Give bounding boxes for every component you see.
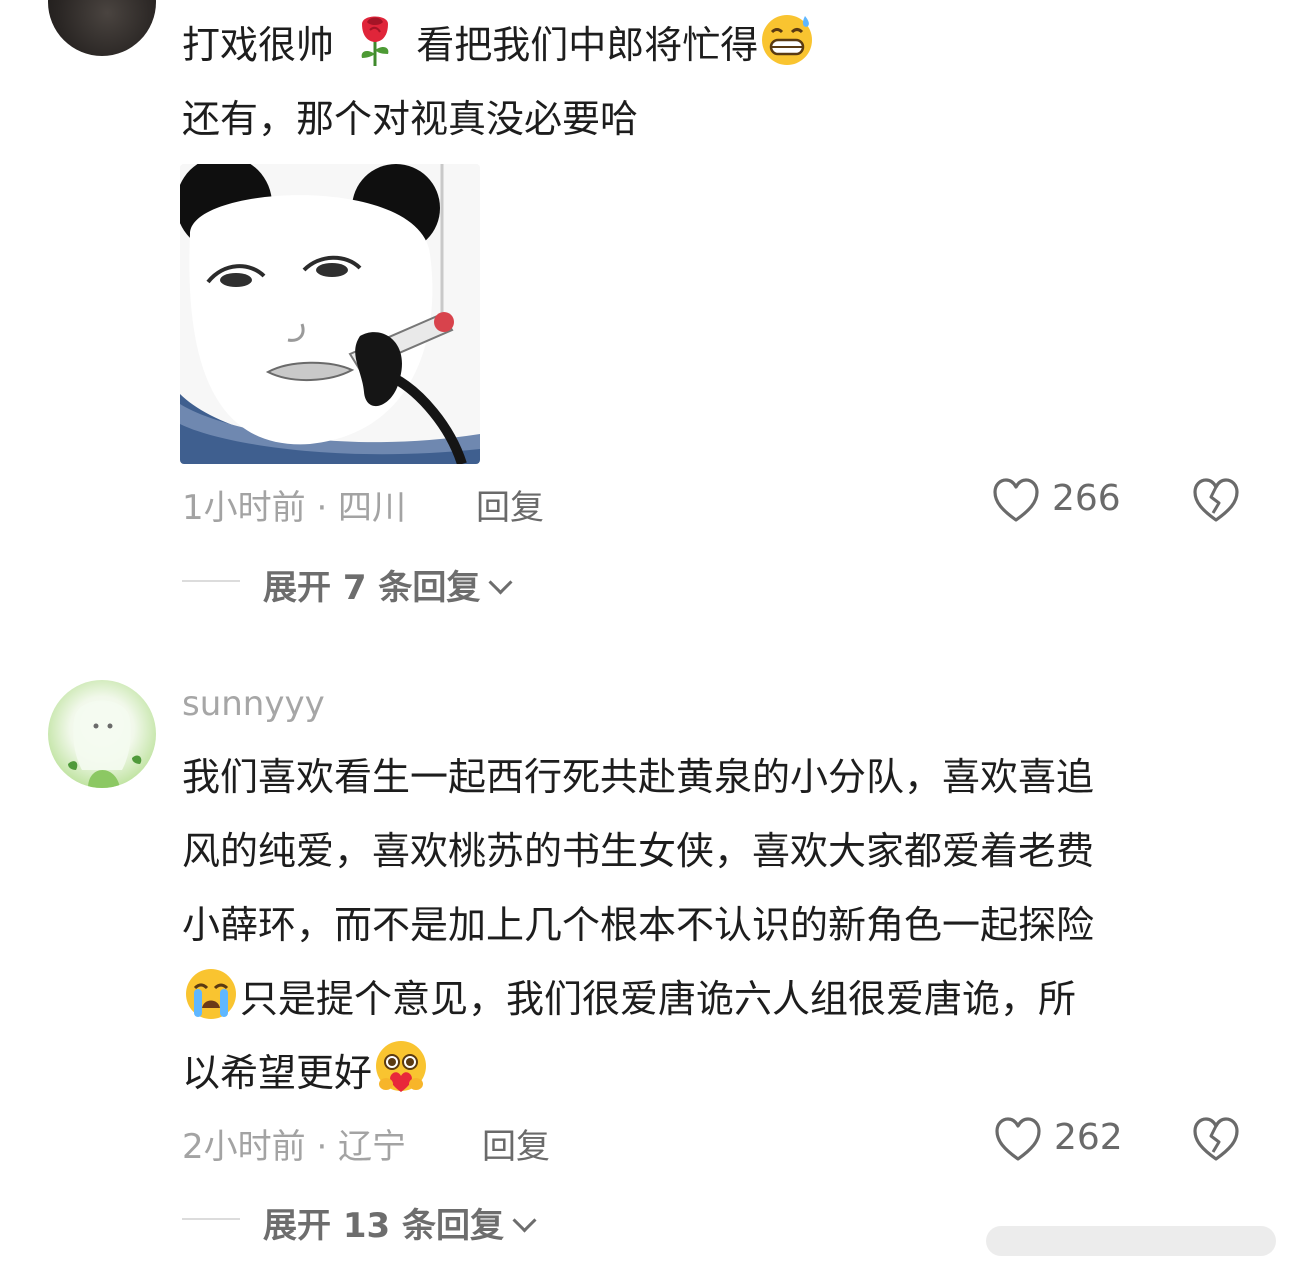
rose-emoji	[361, 16, 389, 66]
heart-outline-icon[interactable]	[994, 1116, 1042, 1162]
reply-button[interactable]: 回复	[476, 480, 544, 529]
heart-outline-icon[interactable]	[992, 477, 1040, 523]
expand-replies-button[interactable]: 展开 13 条回复	[263, 1198, 537, 1247]
reply-button[interactable]: 回复	[482, 1119, 550, 1168]
comment-text: 打戏很帅 看把我们中郎将忙得 还有，那个对视真没必要哈	[182, 8, 816, 156]
grinning-sweat-emoji	[762, 15, 813, 65]
hugging-heart-emoji	[376, 1041, 427, 1092]
broken-heart-icon[interactable]	[1192, 477, 1240, 523]
expand-replies-button[interactable]: 展开 7 条回复	[263, 560, 513, 609]
loudly-crying-emoji	[186, 969, 236, 1019]
avatar[interactable]	[48, 0, 156, 56]
like-count: 266	[1052, 478, 1121, 519]
expand-replies-label: 展开 7 条回复	[263, 568, 481, 608]
chevron-down-icon	[488, 570, 513, 595]
expand-divider	[182, 580, 240, 582]
watermark	[986, 1226, 1276, 1256]
comment-time-location: 2小时前 · 辽宁	[182, 1127, 407, 1167]
chevron-down-icon	[512, 1208, 537, 1233]
panda-meme-image[interactable]	[180, 164, 480, 464]
like-count: 262	[1054, 1117, 1123, 1158]
avatar[interactable]	[48, 680, 156, 788]
broken-heart-icon[interactable]	[1192, 1116, 1240, 1162]
comment-text: 我们喜欢看生一起西行死共赴黄泉的小分队，喜欢喜追 风的纯爱，喜欢桃苏的书生女侠，喜…	[182, 755, 1095, 1095]
expand-replies-label: 展开 13 条回复	[263, 1206, 504, 1246]
expand-divider	[182, 1218, 240, 1220]
username[interactable]: sunnyyy	[182, 684, 325, 724]
comment-time-location: 1小时前 · 四川	[182, 488, 407, 528]
